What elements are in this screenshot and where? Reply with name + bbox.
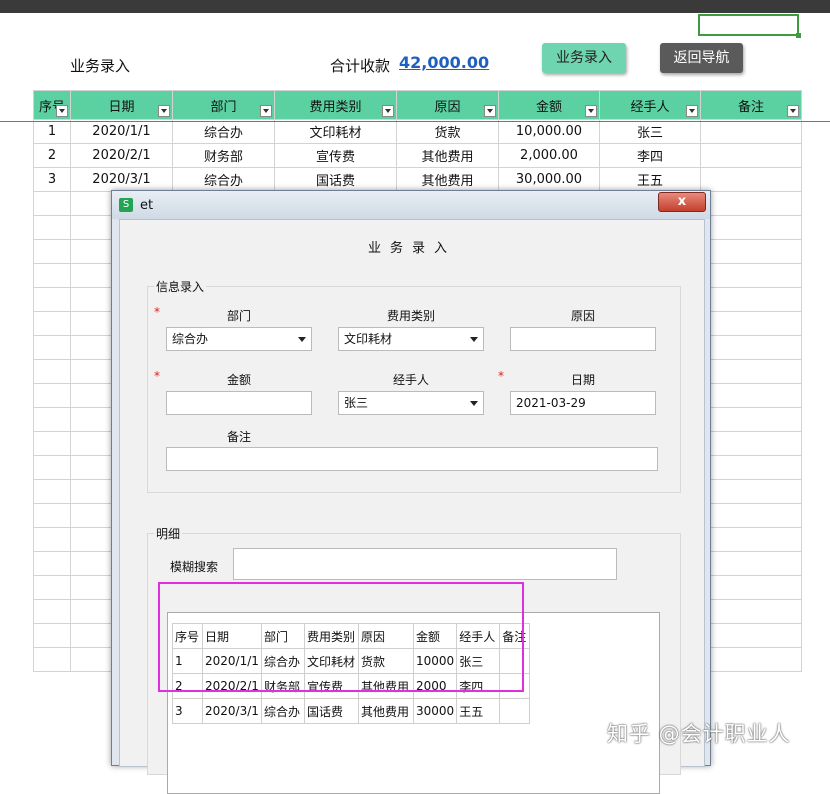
handler-label: 经手人 [392, 373, 429, 387]
dialog-titlebar[interactable]: S et x [112, 191, 710, 219]
note-input[interactable] [166, 447, 658, 471]
chevron-down-icon[interactable] [470, 337, 478, 342]
detail-cell: 王五 [456, 698, 501, 724]
detail-cell: 30000 [412, 698, 458, 724]
dept-select[interactable]: 综合办 [166, 327, 312, 351]
required-mark: * [498, 369, 504, 383]
close-icon[interactable]: x [658, 192, 706, 212]
search-input[interactable] [233, 548, 617, 580]
detail-cell: 其他费用 [358, 698, 414, 724]
detail-cell: 综合办 [261, 698, 305, 724]
category-label: 费用类别 [386, 309, 435, 323]
highlight-box [158, 582, 524, 692]
chevron-down-icon[interactable] [298, 337, 306, 342]
detail-group-title: 明细 [154, 525, 183, 542]
dept-label: 部门 [226, 309, 251, 323]
detail-cell: 2020/3/1 [202, 698, 262, 724]
detail-row[interactable]: 3 2020/3/1 综合办 国话费 其他费用 30000 王五 [172, 698, 531, 724]
reason-label: 原因 [570, 309, 595, 323]
category-select[interactable]: 文印耗材 [338, 327, 484, 351]
handler-select[interactable]: 张三 [338, 391, 484, 415]
reason-input[interactable] [510, 327, 656, 351]
date-label: 日期 [570, 373, 595, 387]
chevron-down-icon[interactable] [470, 401, 478, 406]
dialog-heading: 业务录入 [367, 241, 456, 256]
detail-cell: 国话费 [304, 698, 359, 724]
note-label: 备注 [226, 430, 251, 444]
required-mark: * [154, 369, 160, 383]
amount-input[interactable] [166, 391, 312, 415]
watermark: 知乎 @会计职业人 [607, 722, 791, 746]
search-label: 模糊搜索 [169, 560, 218, 574]
info-group-title: 信息录入 [154, 278, 207, 295]
date-input[interactable]: 2021-03-29 [510, 391, 656, 415]
required-mark: * [154, 305, 160, 319]
detail-cell [499, 698, 531, 724]
spreadsheet-app-icon: S [119, 198, 133, 212]
dialog-window-title: et [140, 198, 154, 213]
detail-cell: 3 [172, 698, 203, 724]
info-group: 信息录入 * 部门 综合办 费用类别 文印耗材 原因 * 金额 经手人 张三 *… [147, 278, 681, 493]
amount-label: 金额 [226, 373, 251, 387]
